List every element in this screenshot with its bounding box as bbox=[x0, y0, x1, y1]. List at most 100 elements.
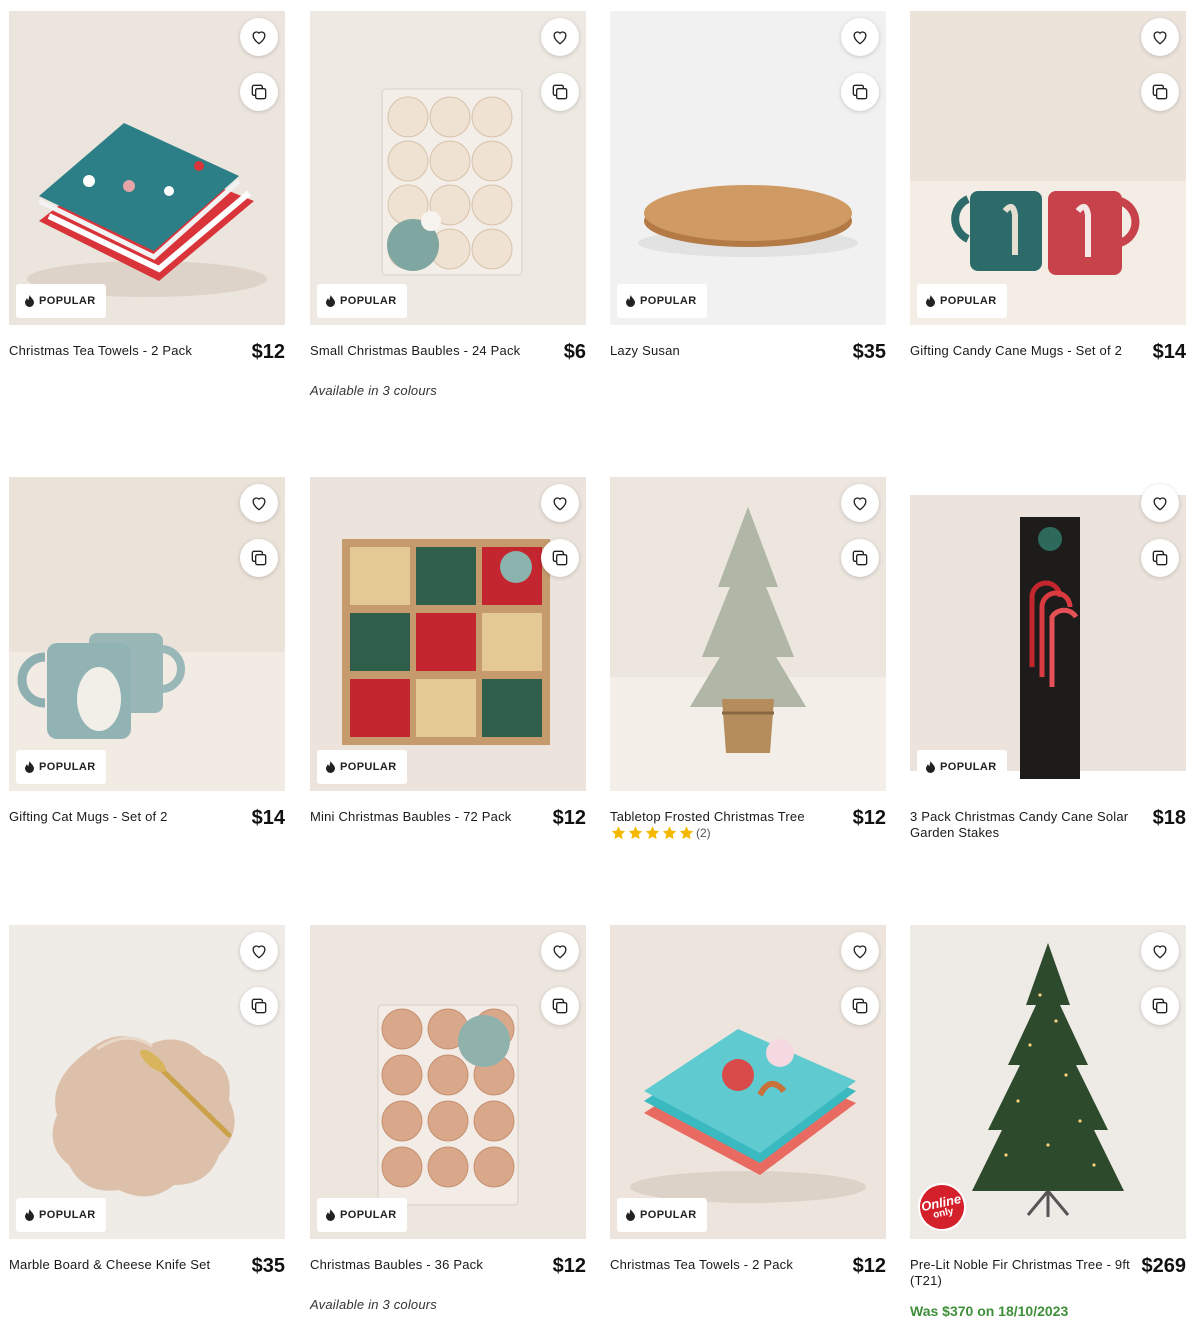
product-name[interactable]: Small Christmas Baubles - 24 Pack bbox=[310, 341, 520, 359]
wishlist-button[interactable] bbox=[1141, 484, 1179, 522]
product-name[interactable]: Pre-Lit Noble Fir Christmas Tree - 9ft (… bbox=[910, 1255, 1130, 1289]
flame-icon bbox=[25, 761, 34, 773]
heart-icon bbox=[553, 945, 567, 959]
product-price: $6 bbox=[563, 341, 586, 363]
product-image[interactable] bbox=[610, 477, 886, 791]
wishlist-button[interactable] bbox=[541, 932, 579, 970]
heart-icon bbox=[553, 31, 567, 45]
product-card[interactable]: POPULAR 3 Pack Christmas Candy Cane Sola… bbox=[910, 477, 1186, 841]
star-rating[interactable]: (2) bbox=[610, 825, 805, 841]
online-only-line2: only bbox=[932, 1205, 955, 1221]
heart-icon bbox=[252, 945, 266, 959]
compare-button[interactable] bbox=[841, 73, 879, 111]
badge-label: POPULAR bbox=[39, 295, 96, 307]
star-icon bbox=[628, 826, 643, 840]
compare-icon bbox=[852, 998, 868, 1014]
candy-tea-towels-photo bbox=[610, 925, 886, 1239]
wishlist-button[interactable] bbox=[1141, 932, 1179, 970]
product-image[interactable]: POPULAR bbox=[610, 925, 886, 1239]
popular-badge: POPULAR bbox=[317, 750, 407, 784]
product-name[interactable]: Christmas Tea Towels - 2 Pack bbox=[610, 1255, 793, 1273]
star-icon bbox=[645, 826, 660, 840]
cat-mugs-photo bbox=[9, 477, 285, 791]
review-count[interactable]: (2) bbox=[696, 826, 711, 840]
compare-button[interactable] bbox=[541, 539, 579, 577]
product-card[interactable]: POPULAR Christmas Baubles - 36 Pack $12 … bbox=[310, 925, 586, 1312]
product-image[interactable]: POPULAR bbox=[9, 477, 285, 791]
wishlist-button[interactable] bbox=[541, 484, 579, 522]
product-card[interactable]: POPULAR Christmas Tea Towels - 2 Pack $1… bbox=[610, 925, 886, 1278]
product-name[interactable]: Marble Board & Cheese Knife Set bbox=[9, 1255, 210, 1273]
wishlist-button[interactable] bbox=[240, 484, 278, 522]
compare-button[interactable] bbox=[240, 73, 278, 111]
popular-badge: POPULAR bbox=[617, 284, 707, 318]
baubles-box-photo bbox=[310, 11, 586, 325]
compare-button[interactable] bbox=[841, 539, 879, 577]
product-name[interactable]: Gifting Cat Mugs - Set of 2 bbox=[9, 807, 168, 825]
badge-label: POPULAR bbox=[340, 295, 397, 307]
badge-label: POPULAR bbox=[640, 1209, 697, 1221]
badge-label: POPULAR bbox=[940, 761, 997, 773]
popular-badge: POPULAR bbox=[617, 1198, 707, 1232]
wishlist-button[interactable] bbox=[541, 18, 579, 56]
product-image[interactable]: POPULAR bbox=[610, 11, 886, 325]
popular-badge: POPULAR bbox=[317, 1198, 407, 1232]
product-name[interactable]: Tabletop Frosted Christmas Tree bbox=[610, 807, 805, 825]
compare-button[interactable] bbox=[841, 987, 879, 1025]
product-card[interactable]: Tabletop Frosted Christmas Tree (2) $12 bbox=[610, 477, 886, 841]
star-icon bbox=[611, 826, 626, 840]
product-card[interactable]: POPULAR Marble Board & Cheese Knife Set … bbox=[9, 925, 285, 1278]
compare-icon bbox=[852, 84, 868, 100]
product-name[interactable]: Lazy Susan bbox=[610, 341, 680, 359]
wishlist-button[interactable] bbox=[1141, 18, 1179, 56]
product-card[interactable]: POPULAR Gifting Candy Cane Mugs - Set of… bbox=[910, 11, 1186, 364]
heart-icon bbox=[853, 945, 867, 959]
compare-icon bbox=[1152, 84, 1168, 100]
compare-icon bbox=[552, 84, 568, 100]
wishlist-button[interactable] bbox=[841, 484, 879, 522]
product-card[interactable]: POPULAR Mini Christmas Baubles - 72 Pack… bbox=[310, 477, 586, 830]
product-image[interactable]: POPULAR bbox=[910, 11, 1186, 325]
product-name[interactable]: 3 Pack Christmas Candy Cane Solar Garden… bbox=[910, 807, 1130, 841]
product-card[interactable]: POPULAR Lazy Susan $35 bbox=[610, 11, 886, 364]
product-price: $12 bbox=[552, 807, 586, 829]
colour-availability: Available in 3 colours bbox=[310, 383, 438, 398]
compare-icon bbox=[852, 550, 868, 566]
compare-button[interactable] bbox=[240, 539, 278, 577]
heart-icon bbox=[853, 31, 867, 45]
product-name[interactable]: Mini Christmas Baubles - 72 Pack bbox=[310, 807, 511, 825]
product-image[interactable]: Online only bbox=[910, 925, 1186, 1239]
product-card[interactable]: POPULAR Gifting Cat Mugs - Set of 2 $14 bbox=[9, 477, 285, 830]
flame-icon bbox=[626, 295, 635, 307]
product-card[interactable]: POPULAR Small Christmas Baubles - 24 Pac… bbox=[310, 11, 586, 398]
compare-button[interactable] bbox=[240, 987, 278, 1025]
compare-button[interactable] bbox=[1141, 539, 1179, 577]
product-name[interactable]: Gifting Candy Cane Mugs - Set of 2 bbox=[910, 341, 1122, 359]
flame-icon bbox=[326, 295, 335, 307]
product-image[interactable]: POPULAR bbox=[310, 11, 586, 325]
wishlist-button[interactable] bbox=[240, 18, 278, 56]
wishlist-button[interactable] bbox=[841, 18, 879, 56]
product-image[interactable]: POPULAR bbox=[9, 925, 285, 1239]
compare-button[interactable] bbox=[1141, 73, 1179, 111]
flame-icon bbox=[326, 1209, 335, 1221]
product-name[interactable]: Christmas Baubles - 36 Pack bbox=[310, 1255, 483, 1273]
wishlist-button[interactable] bbox=[841, 932, 879, 970]
compare-button[interactable] bbox=[1141, 987, 1179, 1025]
product-card[interactable]: Online only Pre-Lit Noble Fir Christmas … bbox=[910, 925, 1186, 1319]
product-image[interactable]: POPULAR bbox=[910, 477, 1186, 791]
product-card[interactable]: POPULAR Christmas Tea Towels - 2 Pack $1… bbox=[9, 11, 285, 364]
product-name[interactable]: Christmas Tea Towels - 2 Pack bbox=[9, 341, 192, 359]
product-image[interactable]: POPULAR bbox=[310, 925, 586, 1239]
heart-icon bbox=[1153, 497, 1167, 511]
wishlist-button[interactable] bbox=[240, 932, 278, 970]
product-image[interactable]: POPULAR bbox=[9, 11, 285, 325]
compare-button[interactable] bbox=[541, 987, 579, 1025]
product-grid: POPULAR Christmas Tea Towels - 2 Pack $1… bbox=[0, 0, 1200, 1319]
heart-icon bbox=[853, 497, 867, 511]
compare-button[interactable] bbox=[541, 73, 579, 111]
lazy-susan-photo bbox=[610, 11, 886, 325]
product-image[interactable]: POPULAR bbox=[310, 477, 586, 791]
badge-label: POPULAR bbox=[39, 1209, 96, 1221]
candy-cane-stakes-photo bbox=[910, 477, 1186, 791]
